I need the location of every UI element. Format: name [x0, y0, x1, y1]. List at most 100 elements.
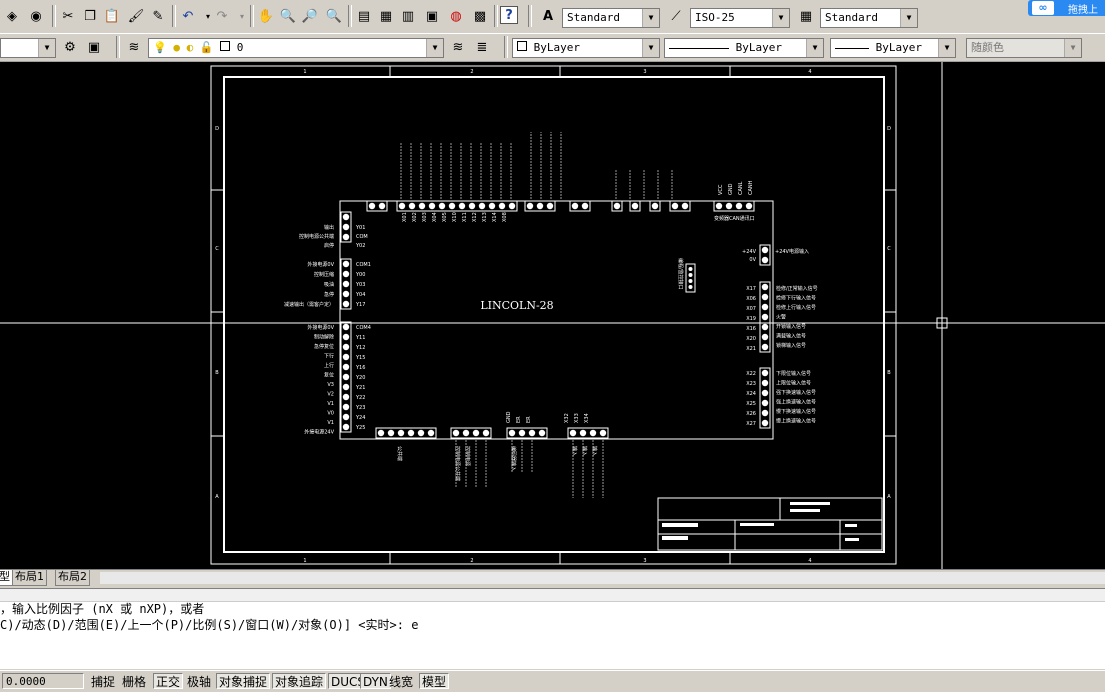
- left-label: V1: [327, 420, 334, 426]
- calculator-icon[interactable]: ▩: [470, 6, 490, 26]
- terminal-dot: [342, 383, 350, 391]
- lineweight-toggle[interactable]: 线宽: [386, 673, 416, 689]
- coordinate-display[interactable]: 0.0000: [2, 673, 84, 689]
- terminal-dot: [458, 202, 466, 210]
- zoom-window-icon[interactable]: 🔎: [300, 6, 320, 26]
- terminal-id: X04: [432, 212, 438, 222]
- terminal-id: X16: [746, 326, 756, 332]
- bottom-label: 输入: [581, 446, 588, 456]
- tool-palettes-icon[interactable]: ▥: [398, 6, 418, 26]
- terminal-dot: [538, 429, 546, 437]
- status-bar: 0.0000 捕捉 栅格 正交 极轴 对象捕捉 对象追踪 DUCS DYN 线宽…: [0, 670, 1105, 692]
- terminal-dot: [761, 313, 769, 321]
- linetype-select[interactable]: ByLayer ▼: [664, 38, 824, 58]
- left-label: 控制压缩: [314, 271, 334, 278]
- command-line-2: C)/动态(D)/范围(E)/上一个(P)/比例(S)/窗口(W)/对象(O)]…: [0, 618, 419, 632]
- bottom-label: 公共端: [396, 446, 403, 461]
- zoom-previous-icon[interactable]: 🔍: [324, 6, 344, 26]
- object-snap-toggle[interactable]: 对象捕捉: [216, 673, 271, 689]
- dim-style-icon[interactable]: ⟋: [666, 6, 686, 26]
- separator: [52, 5, 56, 27]
- chevron-down-icon: ▼: [1064, 39, 1081, 57]
- standard-toolbar: ◈ ◉ ✂ ❐ 📋 🖌 ✎ ↶ ▾ ↷ ▾ ✋ 🔍 🔎 🔍 ▤ ▦ ▥ ▣ ◍ …: [0, 0, 1105, 34]
- right-label: 检修上行输入信号: [776, 304, 816, 311]
- redo-icon[interactable]: ↷: [212, 6, 232, 26]
- properties-icon[interactable]: ▤: [354, 6, 374, 26]
- terminal-id: X07: [746, 306, 756, 312]
- design-center-icon[interactable]: ▦: [376, 6, 396, 26]
- lineweight-preview: [835, 47, 869, 49]
- table-style-select[interactable]: Standard ▼: [820, 8, 918, 28]
- terminal-dot: [452, 429, 460, 437]
- layer-state-icon[interactable]: ▣: [84, 37, 104, 57]
- layer-manager-icon[interactable]: ≋: [124, 37, 144, 57]
- sheet-set-manager-icon[interactable]: ▣: [422, 6, 442, 26]
- table-style-icon[interactable]: ▦: [796, 6, 816, 26]
- help-icon[interactable]: ?: [500, 6, 518, 24]
- horizontal-scrollbar[interactable]: [100, 572, 1105, 584]
- terminal-dot: [536, 202, 544, 210]
- drawing-canvas[interactable]: LINCOLN-28 1 1 2 2 3 3 4 4 D D C C B B A A Y01 COM Y02 输出 控制…: [0, 62, 1105, 569]
- terminal-id: X06: [746, 296, 756, 302]
- chevron-down-icon: ▼: [806, 39, 823, 57]
- terminal-dot: [342, 280, 350, 288]
- terminal-dot: [725, 202, 733, 210]
- color-select[interactable]: ByLayer ▼: [512, 38, 660, 58]
- cut-icon[interactable]: ✂: [58, 6, 78, 26]
- left-label: 外接电源0V: [307, 324, 334, 331]
- match-properties-icon[interactable]: 🖌: [126, 6, 146, 26]
- copy-icon[interactable]: ❐: [80, 6, 100, 26]
- text-style-icon[interactable]: A: [538, 6, 558, 26]
- layer-select[interactable]: 💡 ● ◐ 🔓 0 ▼: [148, 38, 444, 58]
- object-track-toggle[interactable]: 对象追踪: [272, 673, 327, 689]
- terminal-dot: [715, 202, 723, 210]
- terminal-dot: [681, 202, 689, 210]
- col-number-bottom: 2: [470, 558, 473, 564]
- terminal-dot: [735, 202, 743, 210]
- drag-upload-button[interactable]: ∞ 拖拽上: [1028, 0, 1105, 16]
- tab-layout1[interactable]: 布局1: [12, 570, 47, 586]
- terminal-id: X02: [412, 212, 418, 222]
- terminal-id: X26: [746, 411, 756, 417]
- model-toggle[interactable]: 模型: [419, 673, 450, 689]
- drag-upload-label: 拖拽上: [1068, 5, 1098, 16]
- grid-toggle[interactable]: 栅格: [119, 673, 149, 689]
- color-value: ByLayer: [533, 41, 580, 54]
- right-label: 锁梯输入信号: [776, 342, 806, 349]
- redo-dropdown-icon[interactable]: ▾: [232, 6, 252, 26]
- title-block: [657, 497, 883, 551]
- ortho-toggle[interactable]: 正交: [153, 673, 184, 689]
- markup-icon[interactable]: ◍: [446, 6, 466, 26]
- snap-toggle[interactable]: 捕捉: [88, 673, 118, 689]
- publish-icon[interactable]: ◉: [26, 6, 46, 26]
- tab-layout2-label: 布局2: [58, 570, 87, 583]
- layer-previous-icon[interactable]: ≣: [472, 37, 492, 57]
- col-number-top: 1: [303, 69, 306, 75]
- terminal-id: X17: [746, 286, 756, 292]
- paste-icon[interactable]: 📋: [102, 6, 122, 26]
- terminal-id: X08: [502, 212, 508, 222]
- terminal-dot: [428, 202, 436, 210]
- command-window[interactable]: ，输入比例因子 (nX 或 nXP)，或者 C)/动态(D)/范围(E)/上一个…: [0, 588, 1105, 669]
- layer-properties-icon[interactable]: ⚙: [60, 37, 80, 57]
- tab-layout2[interactable]: 布局2: [55, 570, 90, 586]
- text-style-select[interactable]: Standard ▼: [562, 8, 660, 28]
- port-pin: [688, 285, 693, 289]
- terminal-id: Y00: [355, 272, 365, 278]
- make-current-icon[interactable]: ≋: [448, 37, 468, 57]
- left-label: 上行: [324, 362, 334, 369]
- block-editor-icon[interactable]: ✎: [148, 6, 168, 26]
- left-label: 外接电源0V: [307, 261, 334, 268]
- right-label: 满载输入信号: [776, 333, 806, 340]
- sheet-outer-border: [210, 65, 897, 565]
- terminal-dot: [508, 429, 516, 437]
- pan-icon[interactable]: ✋: [256, 6, 276, 26]
- zoom-realtime-icon[interactable]: 🔍: [278, 6, 298, 26]
- workspace-select[interactable]: ▼: [0, 38, 56, 58]
- sheet-set-icon[interactable]: ◈: [2, 6, 22, 26]
- polar-toggle[interactable]: 极轴: [184, 673, 214, 689]
- undo-icon[interactable]: ↶: [178, 6, 198, 26]
- dim-style-select[interactable]: ISO-25 ▼: [690, 8, 790, 28]
- separator: [348, 5, 352, 27]
- lineweight-select[interactable]: ByLayer ▼: [830, 38, 956, 58]
